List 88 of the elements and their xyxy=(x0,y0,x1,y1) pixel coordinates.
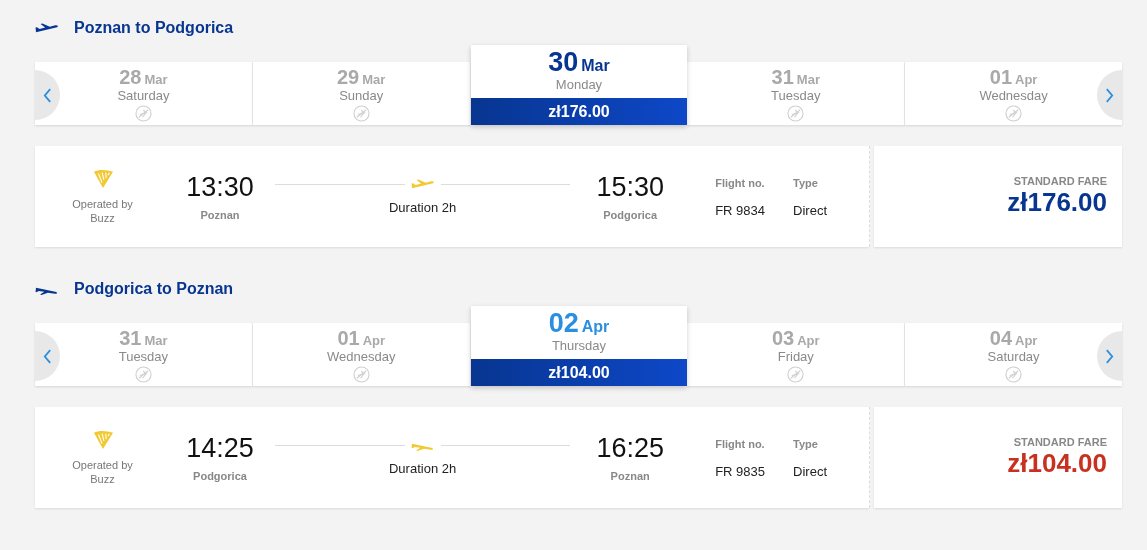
departure-time: 14:25 xyxy=(186,433,254,464)
no-flight-icon xyxy=(134,366,152,383)
fare-panel[interactable]: STANDARD FARE zł176.00 xyxy=(874,146,1122,247)
arrival-city: Poznan xyxy=(610,470,650,482)
date-day: 31 xyxy=(119,327,142,350)
type-label: Type xyxy=(793,438,819,450)
chevron-left-icon xyxy=(43,348,52,364)
weekday: Wednesday xyxy=(327,349,396,364)
date-tab[interactable]: 28 Mar Saturday xyxy=(35,62,253,125)
no-flight-icon xyxy=(1005,105,1023,122)
date-tab[interactable]: 31 Mar Tuesday xyxy=(687,62,906,125)
weekday: Friday xyxy=(777,349,814,364)
chevron-left-icon xyxy=(43,87,52,103)
harp-icon xyxy=(91,168,114,189)
date-month: Apr xyxy=(362,333,385,348)
date-month: Apr xyxy=(1015,72,1038,87)
weekday: Tuesday xyxy=(118,349,169,364)
departure-city: Poznan xyxy=(200,209,240,221)
date-tab[interactable]: 31 Mar Tuesday xyxy=(35,323,253,386)
date-price: zł176.00 xyxy=(548,102,610,121)
journey-title: Podgorica to Poznan xyxy=(74,280,234,298)
chevron-right-icon xyxy=(1105,348,1114,364)
date-month: Apr xyxy=(581,318,610,336)
operator-label: Operated by Buzz xyxy=(71,457,134,486)
weekday: Thursday xyxy=(551,338,607,353)
type-label: Type xyxy=(793,177,819,189)
plane-icon xyxy=(410,178,435,190)
departure-city: Podgorica xyxy=(193,470,247,482)
date-month: Apr xyxy=(797,333,820,348)
date-tab[interactable]: 01 Apr Wednesday xyxy=(905,62,1122,125)
flight-number-label: Flight no. xyxy=(715,438,766,450)
date-day: 04 xyxy=(989,327,1012,350)
date-month: Mar xyxy=(362,72,386,87)
date-day: 28 xyxy=(119,66,142,89)
date-day: 31 xyxy=(771,66,794,89)
fare-label: STANDARD FARE xyxy=(1013,436,1107,448)
date-tab[interactable]: 03 Apr Friday xyxy=(687,323,906,386)
date-day: 02 xyxy=(548,308,579,339)
fare-label: STANDARD FARE xyxy=(1013,175,1107,187)
date-month: Mar xyxy=(144,72,168,87)
journey-title: Poznan to Podgorica xyxy=(74,19,234,37)
no-flight-icon xyxy=(134,105,152,122)
arrival-time: 16:25 xyxy=(596,433,664,464)
date-tab[interactable]: 01 Apr Wednesday xyxy=(252,323,471,386)
arrival-time: 15:30 xyxy=(596,172,664,203)
flight-number: FR 9835 xyxy=(715,464,766,479)
date-day: 29 xyxy=(337,66,360,89)
date-price: zł104.00 xyxy=(548,363,610,382)
harp-icon xyxy=(91,429,114,450)
weekday: Tuesday xyxy=(771,88,821,103)
flight-card[interactable]: Operated by Buzz 13:30 Poznan Duration 2h 15:30 Podgorica Flight no. FR 9834 Type Direct xyxy=(35,146,869,247)
weekday: Wednesday xyxy=(979,88,1048,103)
date-day: 01 xyxy=(337,327,360,350)
date-day: 01 xyxy=(989,66,1012,89)
arrival-city: Podgorica xyxy=(603,209,658,221)
no-flight-icon xyxy=(787,366,805,383)
weekday: Sunday xyxy=(339,88,384,103)
operator-label: Operated by Buzz xyxy=(71,196,134,225)
fare-price: zł176.00 xyxy=(1007,187,1107,218)
date-month: Apr xyxy=(1015,333,1038,348)
no-flight-icon xyxy=(352,366,370,383)
date-month: Mar xyxy=(796,72,820,87)
date-day: 03 xyxy=(771,327,795,350)
weekday: Monday xyxy=(555,77,603,92)
plane-icon xyxy=(35,22,59,34)
weekday: Saturday xyxy=(117,88,170,103)
date-month: Mar xyxy=(581,57,610,75)
no-flight-icon xyxy=(1005,366,1023,383)
departure-time: 13:30 xyxy=(186,172,254,203)
flight-type: Direct xyxy=(793,464,827,479)
selected-date-tab[interactable]: 02 Apr Thursday zł104.00 xyxy=(470,306,688,386)
date-tab[interactable]: 29 Mar Sunday xyxy=(252,62,471,125)
fare-price: zł104.00 xyxy=(1007,448,1107,479)
flight-type: Direct xyxy=(793,203,827,218)
selected-date-tab[interactable]: 30 Mar Monday zł176.00 xyxy=(470,45,688,125)
date-tab[interactable]: 04 Apr Saturday xyxy=(905,323,1122,386)
flight-number-label: Flight no. xyxy=(715,177,766,189)
date-day: 30 xyxy=(548,47,579,78)
weekday: Saturday xyxy=(987,349,1040,364)
chevron-right-icon xyxy=(1105,87,1114,103)
no-flight-icon xyxy=(787,105,805,122)
flight-card[interactable]: Operated by Buzz 14:25 Podgorica Duration 2h 16:25 Poznan Flight no. FR 9835 Type Direct xyxy=(35,407,869,508)
flight-number: FR 9834 xyxy=(715,203,766,218)
fare-panel[interactable]: STANDARD FARE zł104.00 xyxy=(874,407,1122,508)
date-month: Mar xyxy=(144,333,168,348)
no-flight-icon xyxy=(352,105,370,122)
duration: Duration 2h xyxy=(388,199,457,215)
duration: Duration 2h xyxy=(388,460,457,476)
